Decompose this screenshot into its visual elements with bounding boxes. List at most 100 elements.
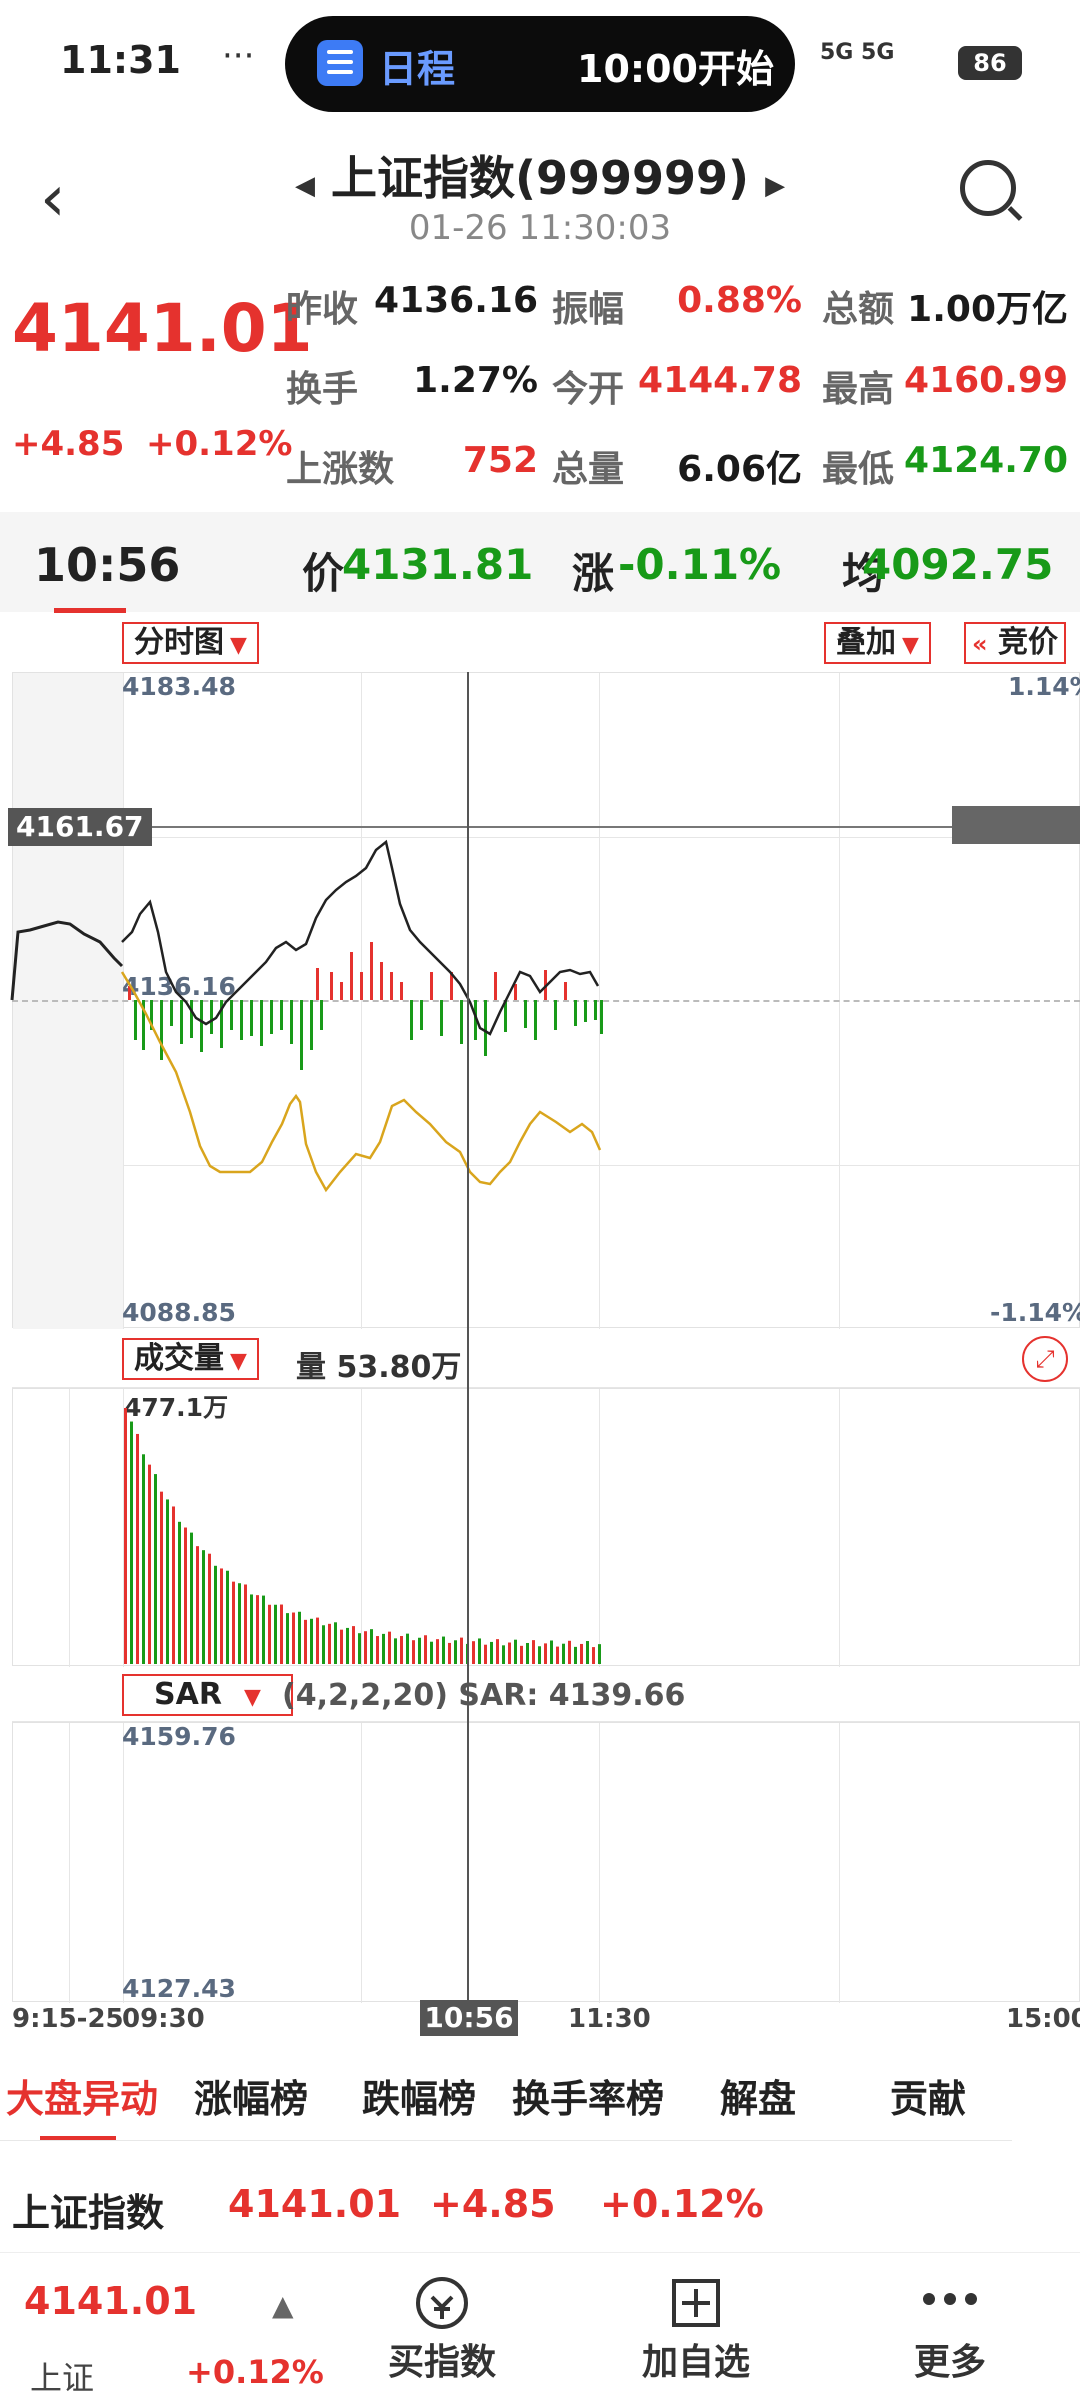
volume-bar bbox=[448, 1642, 451, 1664]
status-time: 11:31 bbox=[60, 38, 181, 82]
expand-icon[interactable]: ⤢ bbox=[1022, 1336, 1068, 1382]
status-bar: 11:31 ··· 日程 10:00开始 5G 5G 86 bbox=[0, 0, 1080, 130]
volume-bar bbox=[484, 1644, 487, 1664]
stat-value: 0.88% bbox=[677, 280, 802, 321]
index-change: +4.85 bbox=[430, 2182, 556, 2226]
crosshair-right-label bbox=[952, 806, 1080, 844]
bottom-pct: +0.12% bbox=[186, 2353, 324, 2391]
chart-type-dropdown[interactable]: 分时图 ▼ bbox=[122, 622, 259, 664]
bottom-price: 4141.01 bbox=[24, 2279, 198, 2323]
volume-bar bbox=[364, 1631, 367, 1664]
volume-bar bbox=[238, 1583, 241, 1664]
volume-text: 量 53.80万 bbox=[296, 1350, 462, 1385]
volume-bar bbox=[514, 1639, 517, 1664]
stat-label: 振幅 bbox=[552, 289, 625, 330]
more-button[interactable]: 更多 bbox=[860, 2253, 1040, 2385]
sar-text: (4,2,2,20) SAR: 4139.66 bbox=[282, 1678, 686, 1713]
volume-bar bbox=[160, 1491, 163, 1664]
volume-bar bbox=[286, 1613, 289, 1664]
volume-bar bbox=[538, 1646, 541, 1664]
volume-bar bbox=[154, 1474, 157, 1664]
time-label-close: 15:00 bbox=[1006, 2004, 1080, 2034]
overlay-dropdown[interactable]: 叠加 ▼ bbox=[824, 622, 931, 664]
tab-contribution[interactable]: 贡献 bbox=[890, 2068, 966, 2123]
stat-label: 上涨数 bbox=[286, 449, 395, 490]
prev-arrow-icon[interactable]: ◀ bbox=[295, 171, 315, 201]
volume-bar bbox=[250, 1594, 253, 1664]
volume-bar bbox=[394, 1638, 397, 1664]
crosshair-horizontal bbox=[12, 826, 1080, 828]
volume-bar bbox=[334, 1622, 337, 1664]
stat-value: 752 bbox=[462, 440, 538, 481]
time-label-open: 09:30 bbox=[122, 2004, 205, 2034]
stat-label: 总额 bbox=[822, 289, 895, 330]
add-watchlist-button[interactable]: 加自选 bbox=[606, 2253, 786, 2385]
crosshair-vertical bbox=[467, 672, 469, 2002]
volume-bar bbox=[316, 1617, 319, 1664]
average-line bbox=[120, 971, 602, 1193]
time-label-preopen: 9:15-25 bbox=[12, 2004, 124, 2034]
volume-bar bbox=[178, 1521, 181, 1664]
volume-bar bbox=[376, 1636, 379, 1664]
volume-bar bbox=[454, 1640, 457, 1664]
volume-bar bbox=[550, 1640, 553, 1664]
auction-line bbox=[10, 920, 124, 1001]
volume-bar bbox=[418, 1637, 421, 1664]
volume-bar bbox=[388, 1631, 391, 1664]
signal-icon: 5G 5G bbox=[820, 40, 895, 65]
tick-price-label: 价 bbox=[302, 549, 345, 598]
stat-label: 总量 bbox=[552, 449, 625, 490]
volume-bar bbox=[262, 1595, 265, 1664]
page-title[interactable]: ◀ 上证指数(999999) ▶ bbox=[0, 142, 1080, 208]
stat-value: 4160.99 bbox=[904, 360, 1068, 401]
index-row[interactable]: 上证指数 4141.01 +4.85 +0.12% bbox=[0, 2168, 1080, 2248]
buy-index-button[interactable]: 买指数 bbox=[352, 2253, 532, 2385]
volume-bar bbox=[130, 1421, 133, 1664]
volume-bar bbox=[232, 1581, 235, 1664]
tab-gainers[interactable]: 涨幅榜 bbox=[194, 2068, 308, 2123]
next-arrow-icon[interactable]: ▶ bbox=[765, 171, 785, 201]
breadth-bars bbox=[128, 942, 603, 1070]
bottom-name: 上证 bbox=[30, 2359, 95, 2397]
volume-dropdown[interactable]: 成交量 ▼ bbox=[122, 1338, 259, 1380]
sar-dropdown[interactable]: SAR ▼ bbox=[122, 1674, 293, 1716]
search-icon[interactable] bbox=[960, 160, 1016, 216]
pill-time: 10:00开始 bbox=[577, 47, 774, 91]
calendar-icon bbox=[317, 40, 363, 86]
volume-bar bbox=[400, 1636, 403, 1664]
battery-icon: 86 bbox=[958, 46, 1022, 80]
tick-avg: 4092.75 bbox=[862, 540, 1054, 589]
volume-bar bbox=[472, 1641, 475, 1664]
expand-up-icon[interactable]: ▲ bbox=[272, 2289, 294, 2322]
stat-label: 今开 bbox=[552, 369, 625, 410]
volume-bar bbox=[340, 1629, 343, 1664]
auction-button[interactable]: « 竞价 bbox=[964, 622, 1066, 664]
volume-bar bbox=[520, 1645, 523, 1664]
add-watchlist-icon bbox=[606, 2253, 786, 2333]
schedule-pill[interactable]: 日程 10:00开始 bbox=[285, 16, 795, 112]
index-name: 上证指数 bbox=[12, 2191, 165, 2235]
volume-bar bbox=[274, 1604, 277, 1664]
tab-turnover[interactable]: 换手率榜 bbox=[512, 2068, 664, 2123]
title-text: 上证指数(999999) bbox=[330, 151, 750, 205]
more-icon bbox=[860, 2253, 1040, 2333]
stat-label: 最低 bbox=[822, 449, 895, 490]
volume-bar bbox=[310, 1618, 313, 1664]
tab-market-alert[interactable]: 大盘异动 bbox=[6, 2068, 158, 2123]
stat-value: 1.00万亿 bbox=[907, 289, 1068, 330]
volume-bar bbox=[370, 1629, 373, 1664]
volume-bar bbox=[190, 1532, 193, 1664]
volume-bar bbox=[136, 1433, 139, 1664]
volume-bar bbox=[292, 1612, 295, 1664]
volume-bar bbox=[532, 1640, 535, 1664]
stat-value: 4144.78 bbox=[638, 360, 802, 401]
volume-bar bbox=[478, 1638, 481, 1664]
tab-analysis[interactable]: 解盘 bbox=[720, 2068, 796, 2123]
stat-label: 最高 bbox=[822, 369, 895, 410]
volume-bar bbox=[244, 1584, 247, 1664]
crosshair-price-label: 4161.67 bbox=[8, 808, 152, 846]
pill-title: 日程 bbox=[379, 47, 456, 91]
stat-value: 6.06亿 bbox=[677, 449, 802, 490]
tab-losers[interactable]: 跌幅榜 bbox=[362, 2068, 476, 2123]
stat-value: 4124.70 bbox=[904, 440, 1068, 481]
